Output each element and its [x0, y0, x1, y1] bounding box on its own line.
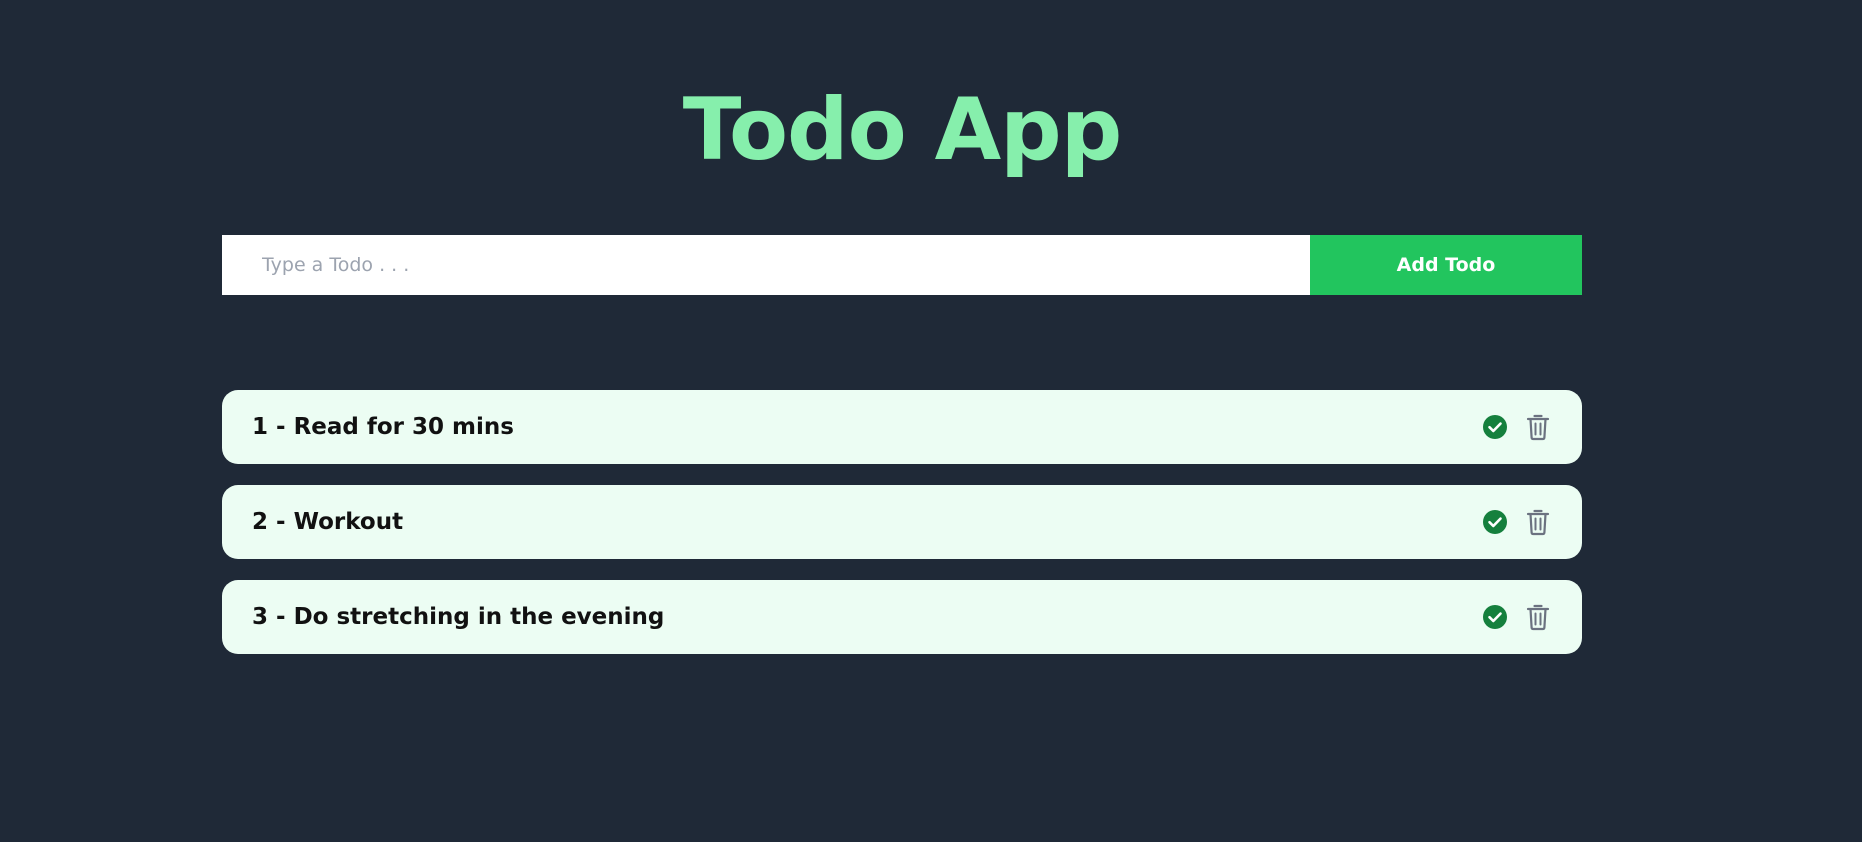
todo-actions [1482, 413, 1550, 441]
trash-icon[interactable] [1526, 603, 1550, 631]
todo-list: 1 - Read for 30 mins 2 - Workout 3 - Do … [222, 390, 1582, 675]
check-circle-icon[interactable] [1482, 604, 1508, 630]
check-circle-icon[interactable] [1482, 414, 1508, 440]
todo-item: 2 - Workout [222, 485, 1582, 559]
todo-input[interactable] [222, 235, 1310, 295]
todo-actions [1482, 603, 1550, 631]
page-title: Todo App [682, 80, 1123, 180]
todo-item: 1 - Read for 30 mins [222, 390, 1582, 464]
todo-item: 3 - Do stretching in the evening [222, 580, 1582, 654]
trash-icon[interactable] [1526, 413, 1550, 441]
add-todo-button[interactable]: Add Todo [1310, 235, 1582, 295]
todo-text: 2 - Workout [252, 509, 404, 535]
todo-text: 1 - Read for 30 mins [252, 414, 514, 440]
todo-text: 3 - Do stretching in the evening [252, 604, 665, 630]
check-circle-icon[interactable] [1482, 509, 1508, 535]
trash-icon[interactable] [1526, 508, 1550, 536]
todo-actions [1482, 508, 1550, 536]
add-todo-form: Add Todo [222, 235, 1582, 295]
